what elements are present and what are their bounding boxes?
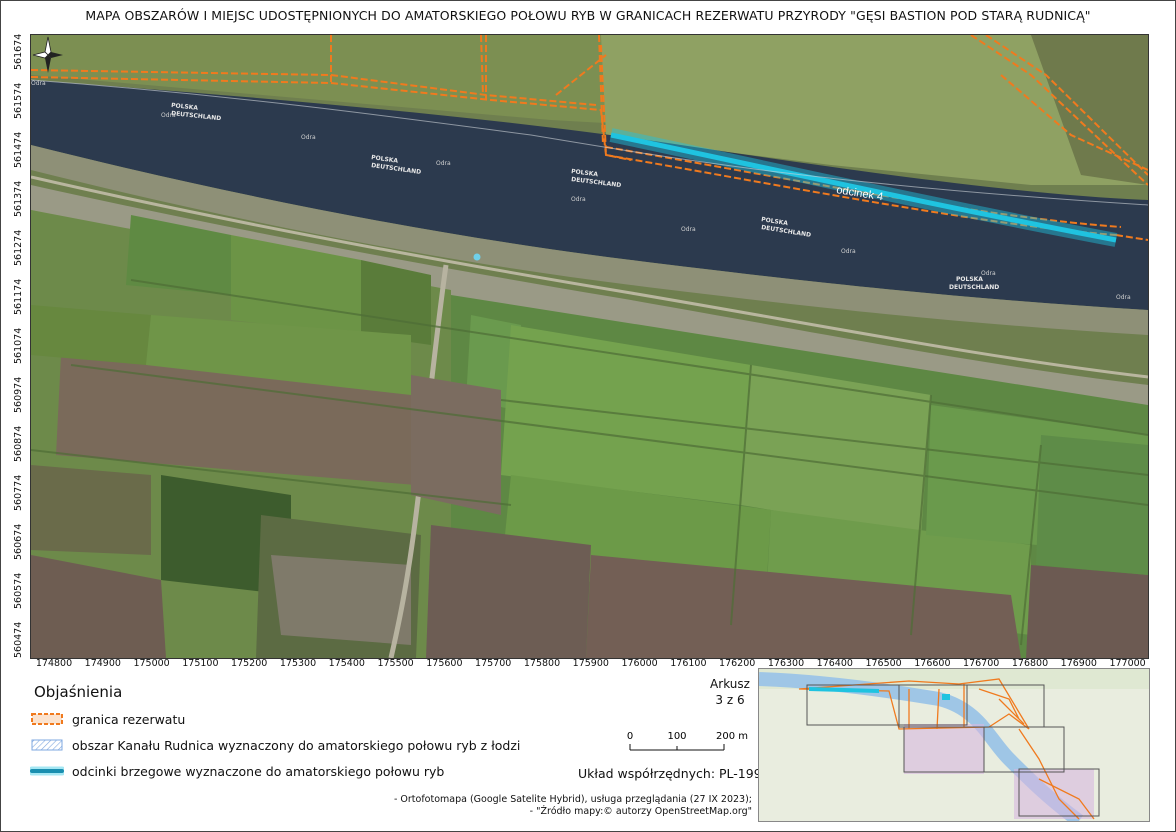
x-tick-label: 174800: [35, 658, 73, 669]
source-line-2: - "Źródło mapy:© autorzy OpenStreetMap.o…: [529, 806, 752, 817]
y-tick-label: 561374: [13, 180, 24, 217]
point-marker: [473, 253, 481, 261]
scale-tick-100: 100: [667, 731, 686, 742]
x-tick-label: 175100: [182, 658, 219, 669]
odra-label-6: Odra: [681, 226, 696, 233]
polska-label-5: POLSKA: [956, 276, 983, 283]
boundary-symbol-icon: [31, 713, 63, 725]
y-tick-label: 561574: [13, 82, 24, 119]
legend-title: Objaśnienia: [34, 683, 123, 701]
field-brown-2: [411, 375, 501, 515]
x-tick-label: 175500: [377, 658, 414, 669]
odra-label-1: Odra: [31, 80, 46, 87]
y-tick-label: 560674: [13, 523, 24, 560]
x-tick-label: 175700: [475, 658, 512, 669]
y-tick-label: 561074: [13, 327, 24, 364]
y-tick-label: 560574: [13, 572, 24, 609]
deutschland-label-5: DEUTSCHLAND: [949, 284, 999, 291]
y-tick-label: 561474: [13, 131, 24, 168]
odra-label-7: Odra: [841, 248, 856, 255]
y-tick-label: 561174: [13, 278, 24, 315]
current-sheet-marker: [942, 694, 950, 700]
x-tick-label: 175900: [572, 658, 609, 669]
odra-label-2: Odra: [161, 112, 176, 119]
x-tick-label: 176200: [719, 658, 756, 669]
legend-label-canal: obszar Kanału Rudnica wyznaczony do amat…: [72, 737, 521, 753]
source-note: - Ortofotomapa (Google Satelite Hybrid),…: [394, 794, 752, 818]
x-tick-label: 175400: [328, 658, 365, 669]
legend-item-fishing: odcinki brzegowe wyznaczone do amatorski…: [30, 761, 444, 781]
x-tick-label: 175600: [426, 658, 463, 669]
odra-label-8: Odra: [981, 270, 996, 277]
source-line-1: - Ortofotomapa (Google Satelite Hybrid),…: [393, 794, 752, 805]
y-tick-label: 560474: [13, 621, 24, 658]
x-tick-label: 174900: [84, 658, 121, 669]
main-map[interactable]: odcinek 4 POLSKA DEUTSCHLAND POLSKA DEUT…: [30, 34, 1149, 659]
legend-item-boundary: granica rezerwatu: [30, 709, 185, 729]
north-arrow-icon: [32, 36, 63, 73]
legend-label-boundary: granica rezerwatu: [72, 711, 186, 727]
legend-label-fishing: odcinki brzegowe wyznaczone do amatorski…: [72, 763, 445, 779]
x-tick-label: 175800: [523, 658, 561, 669]
scale-bar: 0 100 200 m: [627, 731, 748, 751]
odra-label-4: Odra: [436, 160, 451, 167]
y-tick-label: 561274: [13, 229, 24, 266]
overview-canvas: [759, 669, 1149, 821]
y-tick-label: 560974: [13, 376, 24, 413]
y-tick-label: 560774: [13, 474, 24, 511]
legend-item-canal: obszar Kanału Rudnica wyznaczony do amat…: [30, 735, 520, 755]
x-tick-label: 176000: [621, 658, 658, 669]
field-brown-3: [426, 525, 591, 658]
x-tick-label: 176100: [670, 658, 707, 669]
y-tick-label: 561674: [13, 33, 24, 70]
village: [271, 555, 411, 645]
scale-tick-0: 0: [627, 731, 633, 742]
y-tick-label: 560874: [13, 425, 24, 462]
fishing-line-symbol-icon: [30, 766, 64, 776]
odra-label-3: Odra: [301, 134, 316, 141]
coordinate-system: Układ współrzędnych: PL-1992: [578, 766, 770, 781]
x-tick-label: 175000: [133, 658, 170, 669]
scale-tick-200: 200 m: [716, 731, 748, 742]
hatch-symbol-icon: [31, 739, 63, 751]
overview-inset-map[interactable]: [758, 668, 1150, 822]
x-tick-label: 175300: [279, 658, 317, 669]
odra-label-9: Odra: [1116, 294, 1131, 301]
odra-label-5: Odra: [571, 196, 586, 203]
x-tick-label: 175200: [231, 658, 268, 669]
map-title: MAPA OBSZARÓW I MIEJSC UDOSTĘPNIONYCH DO…: [85, 8, 1091, 23]
map-canvas[interactable]: odcinek 4 POLSKA DEUTSCHLAND POLSKA DEUT…: [31, 35, 1148, 658]
